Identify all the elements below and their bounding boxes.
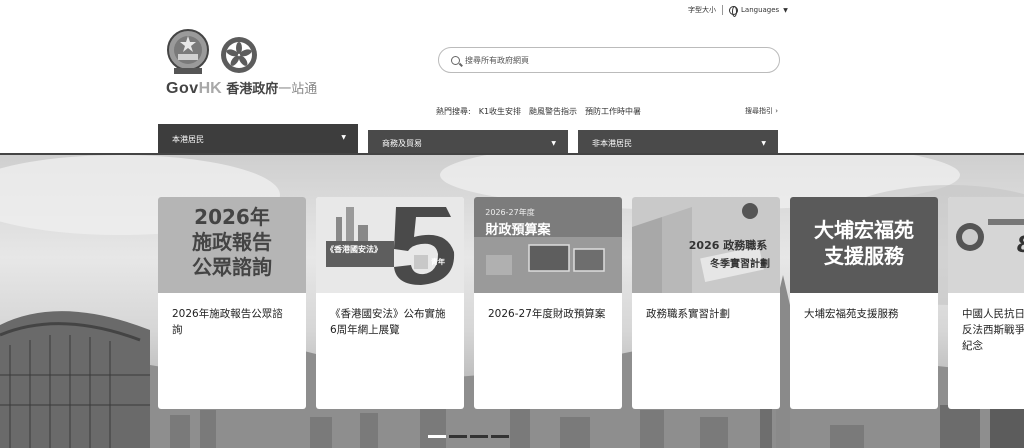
carousel-dot[interactable] (491, 435, 509, 438)
tab-label: 商務及貿易 (382, 139, 422, 148)
card-thumbnail: 大埔宏福苑 支援服務 (790, 197, 938, 293)
chevron-down-icon: ▼ (341, 134, 346, 141)
thumb-text: 80 (958, 233, 1024, 258)
main-nav: 本港居民 ▼ 商務及貿易 ▼ 非本港居民 ▼ (158, 124, 788, 154)
feature-card[interactable]: 《香港國安法》 青年 《香港國安法》公布實施6周年網上展覽 (316, 197, 464, 409)
card-title: 2026年施政報告公眾諮詢 (172, 308, 283, 336)
hot-search-link[interactable]: 颱風警告指示 (529, 106, 577, 117)
search-input[interactable] (465, 55, 765, 65)
thumb-text: 財政預算案 (485, 223, 551, 238)
chevron-down-icon: ▼ (761, 140, 766, 147)
feature-card[interactable]: 2026 政務職系 冬季實習計劃 政務職系實習計劃 (632, 197, 780, 409)
carousel-dot[interactable] (449, 435, 467, 438)
logo-gov: Gov (166, 80, 199, 97)
feature-card[interactable]: 大埔宏福苑 支援服務 大埔宏福苑支援服務 (790, 197, 938, 409)
card-thumbnail: 2026-27年度 財政預算案 (474, 197, 622, 293)
hot-searches-label: 熱門搜尋: (436, 107, 471, 116)
utility-bar: 字型大小 Languages ▼ (688, 5, 788, 17)
thumb-text: 2026-27年度 (485, 208, 535, 217)
logo-name: 香港政府 (226, 81, 279, 96)
thumb-text: 2026 政務職系 (688, 239, 768, 252)
hot-search-link[interactable]: 預防工作時中暑 (585, 106, 641, 117)
thumb-text: 冬季實習計劃 (710, 259, 770, 270)
thumb-text: 公眾諮詢 (192, 255, 272, 279)
carousel-indicator (428, 435, 509, 438)
hksar-emblem-icon (221, 37, 257, 73)
carousel-dot[interactable] (470, 435, 488, 438)
carousel-dot[interactable] (428, 435, 446, 438)
card-thumbnail: 80 (948, 197, 1024, 293)
hero-banner: 2026年 施政報告 公眾諮詢 2026年施政報告公眾諮詢 《香港國安法》 青年… (0, 155, 1024, 448)
logo-suffix: 一站通 (278, 81, 318, 96)
divider (722, 5, 723, 15)
search-tips-link[interactable]: 搜尋指引 › (745, 106, 778, 116)
tab-non-residents[interactable]: 非本港居民 ▼ (578, 130, 778, 154)
languages-link[interactable]: Languages (741, 6, 779, 14)
card-title: 2026-27年度財政預算案 (488, 308, 606, 320)
tab-label: 本港居民 (172, 135, 204, 144)
card-title: 政務職系實習計劃 (646, 308, 730, 320)
hot-search-link[interactable]: K1收生安排 (479, 106, 521, 117)
card-thumbnail: 2026年 施政報告 公眾諮詢 (158, 197, 306, 293)
national-emblem-icon (167, 29, 209, 74)
card-title: 大埔宏福苑支援服務 (804, 308, 899, 320)
hot-searches: 熱門搜尋: K1收生安排 颱風警告指示 預防工作時中暑 (436, 106, 641, 117)
logo-wordmark: GovHK 香港政府一站通 (166, 78, 317, 98)
card-thumbnail: 2026 政務職系 冬季實習計劃 (632, 197, 780, 293)
tab-label: 非本港居民 (592, 139, 632, 148)
tab-residents[interactable]: 本港居民 ▼ (158, 124, 358, 154)
card-title: 中國人民抗日戰爭暨世界反法西斯戰爭勝利80周年紀念 (962, 308, 1024, 352)
chevron-down-icon: ▼ (551, 140, 556, 147)
thumb-text: 支援服務 (824, 244, 904, 268)
thumb-text: 《香港國安法》 (326, 245, 382, 254)
card-thumbnail: 《香港國安法》 青年 (316, 197, 464, 293)
thumb-text: 2026年 (194, 205, 270, 229)
feature-card[interactable]: 2026-27年度 財政預算案 2026-27年度財政預算案 (474, 197, 622, 409)
govhk-logo[interactable]: GovHK 香港政府一站通 (164, 28, 317, 98)
search-box[interactable] (438, 47, 780, 73)
font-size-link[interactable]: 字型大小 (688, 5, 716, 15)
globe-icon (729, 5, 738, 17)
feature-card[interactable]: 2026年 施政報告 公眾諮詢 2026年施政報告公眾諮詢 (158, 197, 306, 409)
thumb-text: 大埔宏福苑 (814, 218, 914, 242)
thumb-text: 施政報告 (192, 230, 272, 254)
thumb-text: 青年 (431, 258, 445, 266)
feature-card[interactable]: 80 中國人民抗日戰爭暨世界反法西斯戰爭勝利80周年紀念 (948, 197, 1024, 409)
card-title: 《香港國安法》公布實施6周年網上展覽 (330, 308, 446, 336)
logo-hk: HK (198, 80, 222, 97)
search-icon[interactable] (451, 55, 460, 65)
chevron-down-icon[interactable]: ▼ (783, 7, 788, 14)
tab-business[interactable]: 商務及貿易 ▼ (368, 130, 568, 154)
